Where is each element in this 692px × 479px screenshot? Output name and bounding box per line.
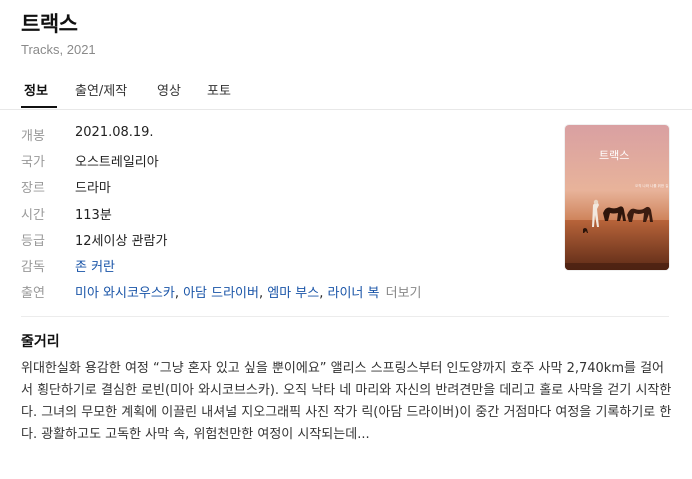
director-label: 감독 bbox=[21, 260, 45, 275]
poster-image: 트랙스 오직 나와 나를 위한 길 bbox=[565, 125, 669, 270]
cast-link[interactable]: 라이너 복 bbox=[328, 286, 380, 301]
release-value: 2021.08.19. bbox=[75, 125, 154, 140]
release-label: 개봉 bbox=[21, 129, 45, 144]
cast-separator: , bbox=[258, 286, 268, 301]
more-cast-link[interactable]: 더보기 bbox=[386, 286, 422, 301]
page-subtitle: Tracks, 2021 bbox=[21, 42, 96, 57]
tab-photo[interactable]: 포토 bbox=[207, 80, 231, 99]
tab-cast-crew[interactable]: 출연/제작 bbox=[75, 80, 127, 99]
cast-link[interactable]: 엠마 부스 bbox=[267, 286, 319, 301]
section-divider bbox=[21, 316, 669, 317]
cast-link[interactable]: 미아 와시코우스카 bbox=[75, 286, 175, 301]
country-label: 국가 bbox=[21, 155, 45, 170]
country-value: 오스트레일리아 bbox=[75, 155, 159, 170]
rating-value: 12세이상 관람가 bbox=[75, 234, 168, 249]
genre-value: 드라마 bbox=[75, 181, 111, 196]
tab-video[interactable]: 영상 bbox=[157, 80, 181, 99]
cast-separator: , bbox=[174, 286, 184, 301]
synopsis-heading: 줄거리 bbox=[21, 334, 60, 350]
synopsis-text: 위대한실화 용감한 여정 “그냥 혼자 있고 싶을 뿐이에요” 앨리스 스프링스… bbox=[21, 361, 672, 442]
cast-label: 출연 bbox=[21, 286, 45, 301]
runtime-label: 시간 bbox=[21, 208, 45, 223]
poster-title: 트랙스 bbox=[599, 149, 629, 162]
rating-label: 등급 bbox=[21, 234, 45, 249]
tab-info[interactable]: 정보 bbox=[24, 80, 48, 99]
cast-separator: , bbox=[319, 286, 328, 301]
page-title: 트랙스 bbox=[21, 12, 78, 36]
cast-link[interactable]: 아담 드라이버 bbox=[183, 286, 259, 301]
active-tab-indicator bbox=[21, 106, 57, 108]
cast-list: 미아 와시코우스카, 아담 드라이버, 엠마 부스, 라이너 복 더보기 bbox=[75, 282, 422, 301]
movie-poster[interactable]: 트랙스 오직 나와 나를 위한 길 bbox=[565, 125, 669, 270]
genre-label: 장르 bbox=[21, 181, 45, 196]
runtime-value: 113분 bbox=[75, 208, 112, 223]
director-link[interactable]: 존 커란 bbox=[75, 256, 115, 275]
tab-bar: 정보 출연/제작 영상 포토 bbox=[0, 72, 692, 110]
poster-tagline: 오직 나와 나를 위한 길 bbox=[635, 183, 668, 188]
